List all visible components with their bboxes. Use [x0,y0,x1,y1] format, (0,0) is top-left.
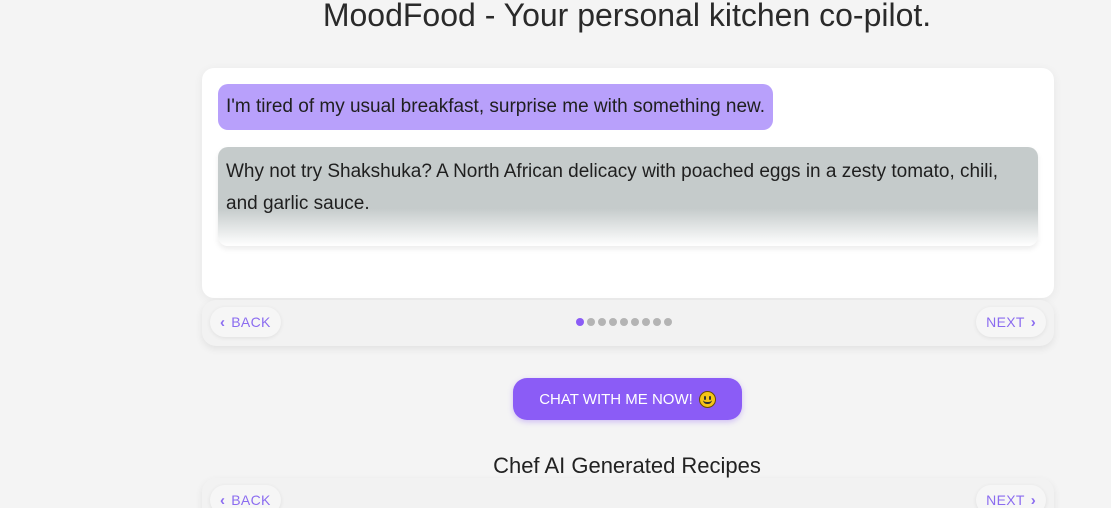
carousel-dot[interactable] [609,318,617,326]
page-title: MoodFood - Your personal kitchen co-pilo… [322,0,932,33]
chevron-right-icon: › [1030,313,1036,331]
carousel-dots [576,318,672,326]
next-label: NEXT [986,314,1025,330]
page: MoodFood - Your personal kitchen co-pilo… [0,0,1111,508]
carousel-dot[interactable] [587,318,595,326]
back-label: BACK [231,492,271,508]
carousel-dot[interactable] [664,318,672,326]
recipes-section-title: Chef AI Generated Recipes [493,453,761,478]
next-label: NEXT [986,492,1025,508]
chat-now-button[interactable]: CHAT WITH ME NOW! [513,378,742,420]
recipes-next-button[interactable]: NEXT › [976,485,1046,508]
chat-now-label: CHAT WITH ME NOW! [539,390,693,408]
carousel-dot[interactable] [653,318,661,326]
chevron-right-icon: › [1030,491,1036,508]
chevron-left-icon: ‹ [220,491,226,508]
back-label: BACK [231,314,271,330]
back-button[interactable]: ‹ BACK [210,307,281,337]
carousel-dot[interactable] [642,318,650,326]
smiley-face-icon [698,390,716,408]
chat-carousel-pager: ‹ BACK NEXT › [202,300,1054,346]
carousel-dot[interactable] [620,318,628,326]
chevron-left-icon: ‹ [220,313,226,331]
recipes-back-button[interactable]: ‹ BACK [210,485,281,508]
carousel-dot[interactable] [598,318,606,326]
bot-message-text: Why not try Shakshuka? A North African d… [226,161,999,214]
carousel-dot[interactable] [576,318,584,326]
bot-message-bubble: Why not try Shakshuka? A North African d… [218,147,1038,246]
user-message-bubble: I'm tired of my usual breakfast, surpris… [218,84,774,130]
chat-card: I'm tired of my usual breakfast, surpris… [202,68,1054,298]
carousel-dot[interactable] [631,318,639,326]
recipes-carousel-pager: ‹ BACK NEXT › [202,478,1054,508]
next-button[interactable]: NEXT › [976,307,1046,337]
